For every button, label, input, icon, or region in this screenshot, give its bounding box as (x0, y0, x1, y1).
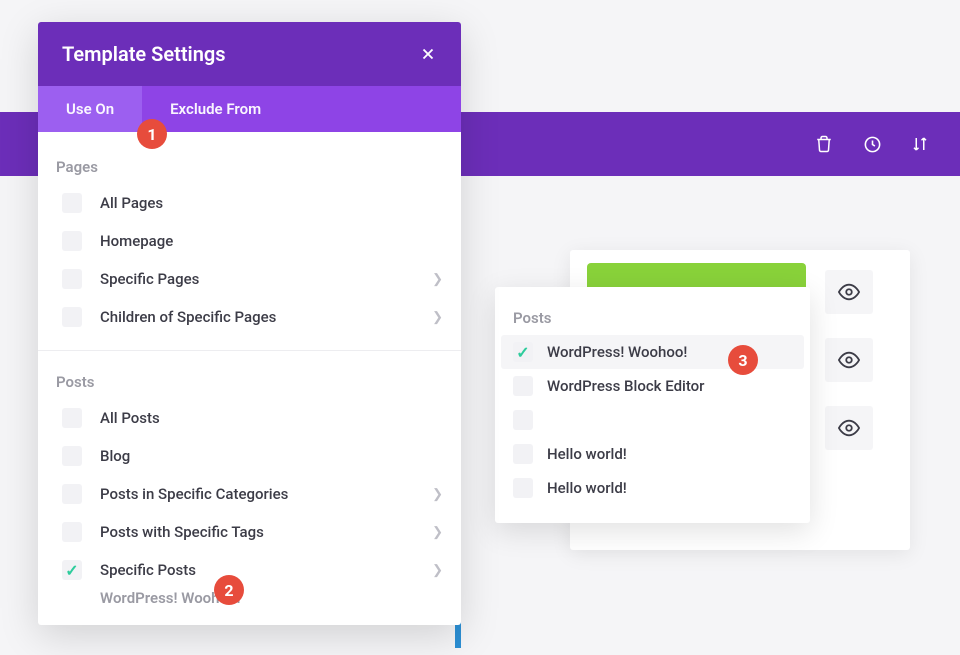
chevron-right-icon: ❯ (432, 310, 443, 325)
option-label: Homepage (100, 232, 443, 250)
checkbox-icon[interactable] (513, 410, 533, 430)
visibility-toggle[interactable] (825, 406, 873, 450)
trash-icon[interactable] (814, 134, 834, 154)
checkbox-icon[interactable] (62, 446, 82, 466)
annotation-2: 2 (214, 575, 244, 605)
option-posts-tags[interactable]: Posts with Specific Tags ❯ (38, 513, 461, 551)
option-label: WordPress Block Editor (547, 377, 792, 395)
posts-popover: Posts WordPress! Woohoo! WordPress Block… (495, 287, 810, 523)
checkbox-icon[interactable] (62, 560, 82, 580)
checkbox-icon[interactable] (62, 307, 82, 327)
option-label: Hello world! (547, 479, 792, 497)
checkbox-icon[interactable] (62, 231, 82, 251)
close-icon[interactable] (419, 45, 437, 63)
option-label: Specific Pages (100, 270, 432, 288)
modal-body: Pages All Pages Homepage Specific Pages … (38, 132, 461, 625)
post-option[interactable] (495, 403, 810, 437)
chevron-right-icon: ❯ (432, 525, 443, 540)
chevron-right-icon: ❯ (432, 487, 443, 502)
modal-title: Template Settings (62, 42, 226, 66)
tab-use-on[interactable]: Use On (38, 86, 142, 132)
section-pages-label: Pages (38, 150, 461, 184)
option-posts-categories[interactable]: Posts in Specific Categories ❯ (38, 475, 461, 513)
option-children-specific-pages[interactable]: Children of Specific Pages ❯ (38, 298, 461, 336)
checkbox-icon[interactable] (62, 269, 82, 289)
option-blog[interactable]: Blog (38, 437, 461, 475)
checkbox-icon[interactable] (62, 522, 82, 542)
visibility-toggle[interactable] (825, 338, 873, 382)
annotation-3: 3 (728, 345, 758, 375)
visibility-toggle[interactable] (825, 270, 873, 314)
post-option[interactable]: WordPress Block Editor (495, 369, 810, 403)
checkbox-icon[interactable] (513, 478, 533, 498)
post-option[interactable]: Hello world! (495, 437, 810, 471)
option-label: Posts in Specific Categories (100, 485, 432, 503)
post-option[interactable]: WordPress! Woohoo! (501, 335, 804, 369)
chevron-right-icon: ❯ (432, 272, 443, 287)
checkbox-icon[interactable] (513, 342, 533, 362)
checkbox-icon[interactable] (513, 444, 533, 464)
checkbox-icon[interactable] (62, 408, 82, 428)
divider (38, 350, 461, 351)
history-icon[interactable] (862, 134, 882, 154)
section-posts-label: Posts (38, 365, 461, 399)
option-homepage[interactable]: Homepage (38, 222, 461, 260)
option-label: Hello world! (547, 445, 792, 463)
option-all-posts[interactable]: All Posts (38, 399, 461, 437)
option-label: Posts with Specific Tags (100, 523, 432, 541)
tabs: Use On Exclude From (38, 86, 461, 132)
selected-post-detail: WordPress! Woohoo! (38, 589, 461, 607)
option-label: Children of Specific Pages (100, 308, 432, 326)
option-specific-pages[interactable]: Specific Pages ❯ (38, 260, 461, 298)
option-specific-posts[interactable]: Specific Posts ❯ (38, 551, 461, 589)
popover-section-label: Posts (495, 309, 810, 335)
checkbox-icon[interactable] (513, 376, 533, 396)
option-label: All Pages (100, 194, 443, 212)
template-settings-modal: Template Settings Use On Exclude From Pa… (38, 22, 461, 625)
checkbox-icon[interactable] (62, 193, 82, 213)
option-all-pages[interactable]: All Pages (38, 184, 461, 222)
annotation-1: 1 (137, 119, 167, 149)
post-option[interactable]: Hello world! (495, 471, 810, 505)
checkbox-icon[interactable] (62, 484, 82, 504)
option-label: Blog (100, 447, 443, 465)
option-label: All Posts (100, 409, 443, 427)
sort-icon[interactable] (910, 134, 930, 154)
modal-header: Template Settings (38, 22, 461, 86)
chevron-right-icon: ❯ (432, 563, 443, 578)
option-label: Specific Posts (100, 561, 432, 579)
